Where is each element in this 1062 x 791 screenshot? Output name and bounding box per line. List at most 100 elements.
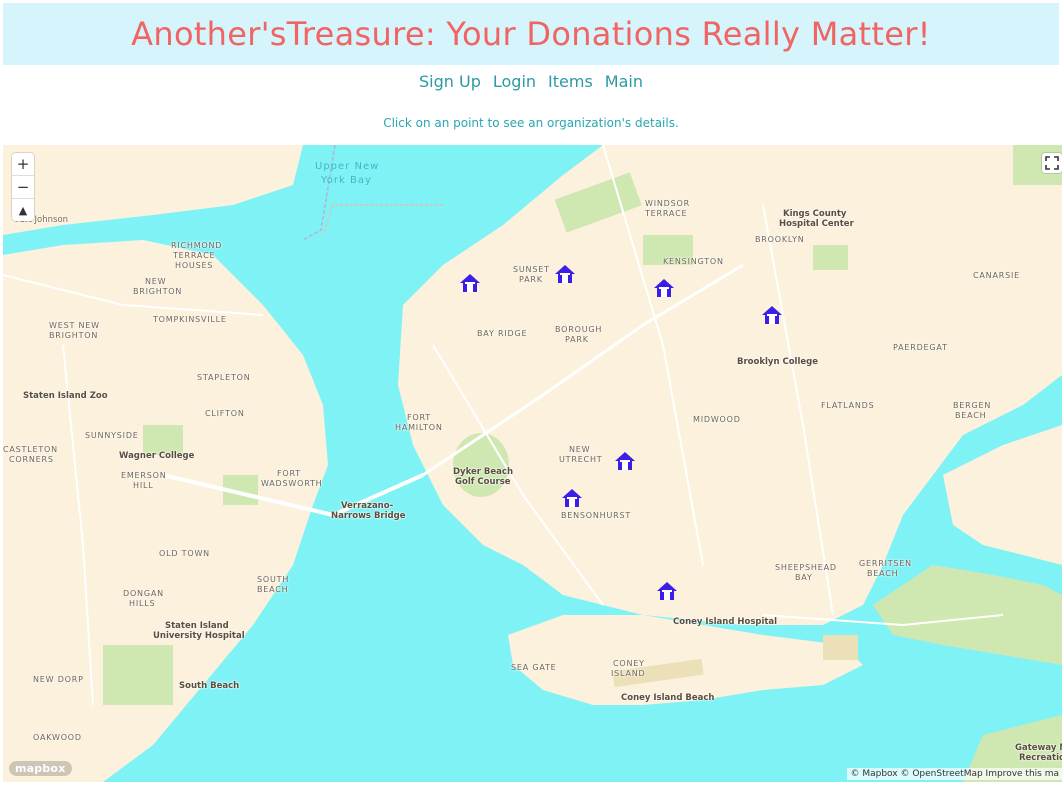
organization-marker[interactable] xyxy=(761,305,783,325)
place-label: BEACH xyxy=(867,569,899,578)
place-label: WADSWORTH xyxy=(261,479,323,488)
organization-marker[interactable] xyxy=(561,488,583,508)
place-label: HOUSES xyxy=(175,261,214,270)
place-label: PARK xyxy=(565,335,589,344)
place-label: BENSONHURST xyxy=(561,511,632,520)
nav-login-link[interactable]: Login xyxy=(493,72,536,98)
poi-label: Staten Island Zoo xyxy=(23,391,108,401)
poi-label: Wagner College xyxy=(119,451,195,461)
place-label: GERRITSEN xyxy=(859,559,912,568)
organization-marker[interactable] xyxy=(656,581,678,601)
place-label: SUNSET xyxy=(513,265,550,274)
nav-items-link[interactable]: Items xyxy=(548,72,593,98)
place-label: HAMILTON xyxy=(395,423,443,432)
site-header: Another'sTreasure: Your Donations Really… xyxy=(3,3,1059,65)
poi-label: Verrazano- xyxy=(341,501,394,511)
map-instructions: Click on an point to see an organization… xyxy=(383,116,679,130)
place-label: BROOKLYN xyxy=(755,235,805,244)
place-label: HILLS xyxy=(129,599,156,608)
map-basemap xyxy=(3,145,1062,782)
poi-label: Kings County xyxy=(783,209,847,219)
poi-label: Brooklyn College xyxy=(737,357,818,367)
nav-bar: Sign Up Login Items Main xyxy=(0,72,1062,98)
place-label: BEACH xyxy=(257,585,289,594)
place-label: BRIGHTON xyxy=(133,287,183,296)
house-icon xyxy=(654,279,674,297)
fullscreen-icon xyxy=(1045,156,1059,170)
place-label: HILL xyxy=(133,481,154,490)
poi-label: Coney Island Beach xyxy=(621,693,715,703)
place-label: PARK xyxy=(519,275,543,284)
organization-marker[interactable] xyxy=(459,273,481,293)
place-label: BAY RIDGE xyxy=(477,329,528,338)
zoom-out-button[interactable]: − xyxy=(12,176,34,199)
place-label: WEST NEW xyxy=(49,321,100,330)
organization-marker[interactable] xyxy=(554,264,576,284)
place-label: BERGEN xyxy=(953,401,992,410)
place-label: CASTLETON xyxy=(3,445,58,454)
house-icon xyxy=(562,489,582,507)
house-icon xyxy=(615,452,635,470)
place-label: NEW xyxy=(145,277,167,286)
poi-label: South Beach xyxy=(179,681,240,691)
place-label: STAPLETON xyxy=(197,373,251,382)
place-label: TERRACE xyxy=(173,251,216,260)
place-label: ISLAND xyxy=(611,669,646,678)
house-icon xyxy=(657,582,677,600)
water-label: Upper New xyxy=(315,161,380,172)
fullscreen-button[interactable] xyxy=(1042,153,1062,173)
place-label: DONGAN xyxy=(123,589,164,598)
place-label: CORNERS xyxy=(9,455,54,464)
place-label: NEW xyxy=(569,445,591,454)
place-label: FORT xyxy=(277,469,301,478)
place-label: UTRECHT xyxy=(559,455,603,464)
place-label: WINDSOR xyxy=(645,199,690,208)
poi-label: Narrows Bridge xyxy=(331,511,406,521)
place-label: SHEEPSHEAD xyxy=(775,563,837,572)
house-icon xyxy=(762,306,782,324)
poi-label: Staten Island xyxy=(165,621,229,631)
place-label: PAERDEGAT xyxy=(893,343,948,352)
place-label: SOUTH xyxy=(257,575,290,584)
place-label: NEW DORP xyxy=(33,675,84,684)
place-label: BEACH xyxy=(955,411,987,420)
place-label: SUNNYSIDE xyxy=(85,431,139,440)
nav-sign-up-link[interactable]: Sign Up xyxy=(419,72,481,98)
poi-label: University Hospital xyxy=(153,631,245,641)
map-canvas[interactable]: Upper New York Bay Port Johnson RICHMOND… xyxy=(3,145,1062,782)
place-label: BRIGHTON xyxy=(49,331,99,340)
page-title: Another'sTreasure: Your Donations Really… xyxy=(131,15,931,53)
organization-marker[interactable] xyxy=(653,278,675,298)
place-label: FORT xyxy=(407,413,431,422)
map-attribution[interactable]: © Mapbox © OpenStreetMap Improve this ma xyxy=(847,768,1062,780)
poi-label: Dyker Beach xyxy=(453,467,514,477)
map-navigation-control: + − ▲ xyxy=(12,153,34,221)
poi-label: Hospital Center xyxy=(779,219,854,229)
house-icon xyxy=(555,265,575,283)
water-label: York Bay xyxy=(321,175,372,186)
place-label: TOMPKINSVILLE xyxy=(153,315,227,324)
house-icon xyxy=(460,274,480,292)
place-label: FLATLANDS xyxy=(821,401,875,410)
place-label: OLD TOWN xyxy=(159,549,210,558)
poi-label: Recreatio xyxy=(1019,753,1062,763)
place-label: BAY xyxy=(795,573,813,582)
compass-button[interactable]: ▲ xyxy=(12,199,34,221)
poi-label: Golf Course xyxy=(455,477,511,487)
mapbox-logo[interactable]: mapbox xyxy=(9,761,72,776)
place-label: BOROUGH xyxy=(555,325,603,334)
place-label: OAKWOOD xyxy=(33,733,82,742)
poi-label: Coney Island Hospital xyxy=(673,617,778,627)
place-label: EMERSON xyxy=(121,471,167,480)
place-label: TERRACE xyxy=(645,209,688,218)
nav-main-link[interactable]: Main xyxy=(605,72,643,98)
place-label: RICHMOND xyxy=(171,241,223,250)
place-label: SEA GATE xyxy=(511,663,557,672)
organization-marker[interactable] xyxy=(614,451,636,471)
poi-label: Gateway Na xyxy=(1015,743,1062,753)
place-label: CANARSIE xyxy=(973,271,1020,280)
place-label: CONEY xyxy=(613,659,645,668)
place-label: CLIFTON xyxy=(205,409,245,418)
place-label: MIDWOOD xyxy=(693,415,741,424)
zoom-in-button[interactable]: + xyxy=(12,153,34,176)
